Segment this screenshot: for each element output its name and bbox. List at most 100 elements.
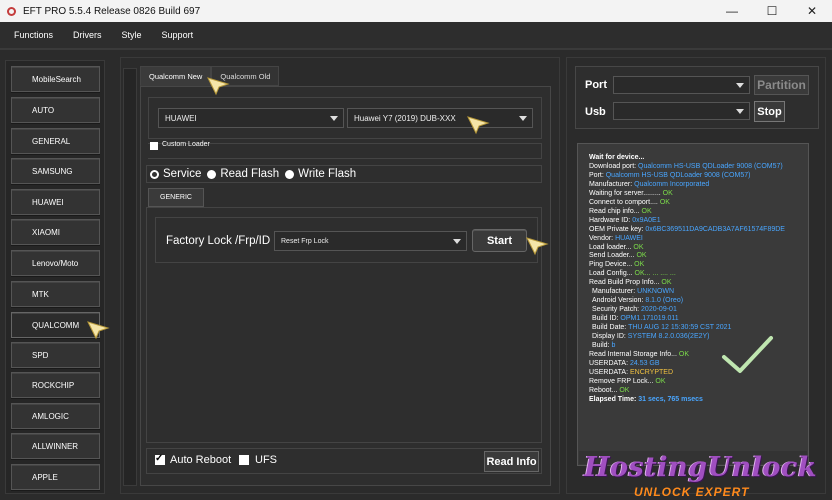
log-line: Waiting for server......... OK bbox=[578, 189, 808, 199]
read-info-button[interactable]: Read Info bbox=[484, 451, 539, 472]
service-radio-label[interactable]: Service bbox=[163, 168, 201, 180]
service-radio[interactable] bbox=[150, 169, 159, 179]
log-line: Load loader... OK bbox=[578, 243, 808, 253]
sidebar-item-huawei[interactable]: HUAWEI bbox=[11, 189, 100, 215]
log-line-label: OEM Private key: bbox=[589, 225, 646, 233]
model-select-value: Huawei Y7 (2019) DUB-XXX bbox=[354, 113, 456, 123]
log-line: Remove FRP Lock... OK bbox=[578, 377, 808, 387]
log-panel: Wait for device... Download port: Qualcom… bbox=[577, 143, 809, 466]
maximize-button[interactable]: ☐ bbox=[752, 0, 792, 22]
start-button[interactable]: Start bbox=[472, 229, 527, 252]
log-line-value: OK... ... .... ... bbox=[634, 270, 676, 278]
tab-generic[interactable]: GENERIC bbox=[148, 188, 204, 207]
log-line-value: UNKNOWN bbox=[637, 288, 675, 296]
log-line: Connect to comport.... OK bbox=[578, 198, 808, 208]
brand-select[interactable]: HUAWEI bbox=[158, 108, 344, 128]
usb-label: Usb bbox=[585, 106, 606, 118]
log-line-value: ENCRYPTED bbox=[629, 368, 674, 376]
log-line-label: Build: bbox=[592, 342, 612, 350]
frp-action-select[interactable]: Reset Frp Lock bbox=[274, 231, 467, 251]
stop-button[interactable]: Stop bbox=[754, 101, 785, 122]
log-line-value: HUAWEI bbox=[615, 234, 643, 242]
write-flash-radio-label[interactable]: Write Flash bbox=[298, 168, 356, 180]
log-line-value: OK bbox=[633, 243, 644, 251]
custom-loader-label: Custom Loader bbox=[162, 141, 210, 148]
log-line-label: Waiting for server......... bbox=[589, 189, 663, 197]
sidebar-item-amlogic[interactable]: AMLOGIC bbox=[11, 403, 100, 429]
menu-support[interactable]: Support bbox=[152, 30, 204, 40]
log-line-label: Wait for device... bbox=[589, 154, 645, 161]
log-line-label: Android Version: bbox=[592, 297, 646, 305]
menu-style[interactable]: Style bbox=[112, 30, 152, 40]
log-line: Build Date: THU AUG 12 15:30:59 CST 2021 bbox=[578, 324, 808, 333]
success-check-icon bbox=[722, 336, 773, 373]
log-line-value: 24.53 GB bbox=[629, 359, 660, 367]
menu-functions[interactable]: Functions bbox=[0, 30, 63, 40]
minimize-button[interactable]: — bbox=[712, 0, 752, 22]
close-button[interactable]: ✕ bbox=[792, 0, 832, 22]
frp-label: Factory Lock /Frp/ID bbox=[166, 235, 271, 247]
log-line-label: USERDATA: bbox=[589, 368, 630, 376]
port-label: Port bbox=[585, 79, 607, 91]
sidebar-item-allwinner[interactable]: ALLWINNER bbox=[11, 433, 100, 459]
log-line-value: OK bbox=[661, 279, 672, 287]
pointer-arrow-icon bbox=[526, 237, 549, 256]
log-line-label: Load Config... bbox=[589, 270, 635, 278]
port-select[interactable] bbox=[613, 76, 750, 94]
divider-strip bbox=[123, 68, 137, 486]
log-line-label: Load loader... bbox=[589, 243, 634, 251]
sidebar-item-mobilesearch[interactable]: MobileSearch bbox=[11, 66, 100, 92]
log-line-label: Hardware ID: bbox=[589, 216, 633, 224]
log-line-value: OK bbox=[655, 377, 666, 385]
chevron-down-icon bbox=[330, 116, 338, 121]
auto-reboot-label[interactable]: Auto Reboot bbox=[170, 454, 231, 466]
log-line: OEM Private key: 0x6BC369511DA9CADB3A7AF… bbox=[578, 225, 808, 235]
partition-button[interactable]: Partition bbox=[754, 75, 809, 95]
read-flash-radio[interactable] bbox=[207, 169, 217, 179]
sidebar-item-samsung[interactable]: SAMSUNG bbox=[11, 158, 100, 184]
menu-drivers[interactable]: Drivers bbox=[63, 30, 112, 40]
sidebar-item-auto[interactable]: AUTO bbox=[11, 97, 100, 123]
log-line: Hardware ID: 0x9A0E1 bbox=[578, 216, 808, 226]
ufs-label[interactable]: UFS bbox=[255, 454, 277, 466]
log-line-label: Remove FRP Lock... bbox=[589, 377, 656, 385]
log-line-value: 2020-09-01 bbox=[641, 306, 677, 314]
log-line: Read Build Prop Info... OK bbox=[578, 279, 808, 288]
sidebar-item-general[interactable]: GENERAL bbox=[11, 128, 100, 154]
log-line-label: Security Patch: bbox=[592, 306, 642, 314]
usb-select[interactable] bbox=[613, 102, 750, 120]
sidebar-item-mtk[interactable]: MTK bbox=[11, 281, 100, 307]
read-flash-radio-label[interactable]: Read Flash bbox=[220, 168, 279, 180]
log-line-label: Read Internal Storage Info... bbox=[589, 350, 679, 358]
log-line-value: OK bbox=[641, 207, 652, 215]
write-flash-radio[interactable] bbox=[285, 169, 295, 179]
log-line-value: 0x9A0E1 bbox=[632, 216, 661, 224]
custom-loader-checkbox[interactable] bbox=[150, 142, 158, 150]
frp-action-value: Reset Frp Lock bbox=[281, 237, 329, 245]
log-line-label: Read Build Prop Info... bbox=[589, 279, 662, 287]
log-line-value: OK bbox=[634, 261, 645, 269]
log-line-label: Build ID: bbox=[592, 315, 621, 323]
sidebar-item-spd[interactable]: SPD bbox=[11, 342, 100, 368]
log-line: Security Patch: 2020-09-01 bbox=[578, 306, 808, 315]
sidebar-item-lenovo-moto[interactable]: Lenovo/Moto bbox=[11, 250, 100, 276]
log-line: Ping Device... OK bbox=[578, 261, 808, 270]
log-line-value: Qualcomm Incorporated bbox=[634, 180, 710, 188]
log-line-value: OK bbox=[619, 386, 630, 394]
app-logo-icon bbox=[6, 6, 17, 17]
log-line-label: Build Date: bbox=[592, 324, 629, 332]
log-line-value: 31 secs, 765 msecs bbox=[638, 395, 703, 403]
log-line-value: 8.1.0 (Oreo) bbox=[645, 297, 684, 305]
model-select[interactable]: Huawei Y7 (2019) DUB-XXX bbox=[347, 108, 533, 128]
log-line-label: Reboot... bbox=[589, 386, 620, 394]
ufs-checkbox[interactable] bbox=[239, 455, 249, 465]
sidebar-item-xiaomi[interactable]: XIAOMI bbox=[11, 219, 100, 245]
log-line-label: Connect to comport.... bbox=[589, 198, 660, 206]
log-line: Manufacturer: UNKNOWN bbox=[578, 288, 808, 297]
log-line-label: Read chip info... bbox=[589, 207, 642, 215]
sidebar-item-apple[interactable]: APPLE bbox=[11, 464, 100, 490]
auto-reboot-checkbox[interactable] bbox=[155, 453, 165, 465]
sidebar-item-rockchip[interactable]: ROCKCHIP bbox=[11, 372, 100, 398]
log-line-label: Manufacturer: bbox=[592, 288, 638, 296]
tab-qualcomm-new[interactable]: Qualcomm New bbox=[140, 66, 212, 86]
